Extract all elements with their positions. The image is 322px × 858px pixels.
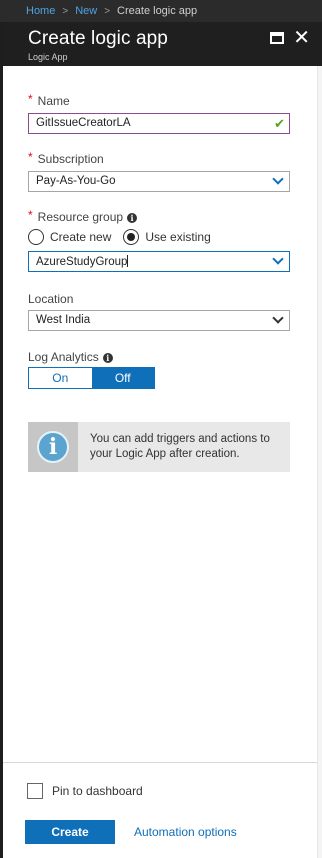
pin-checkbox[interactable] <box>27 783 43 799</box>
radio-button[interactable] <box>28 229 44 245</box>
radio-use-existing[interactable]: Use existing <box>123 229 211 245</box>
page-subtitle: Logic App <box>28 52 68 62</box>
automation-options-link[interactable]: Automation options <box>134 825 237 839</box>
pin-label: Pin to dashboard <box>52 784 143 798</box>
info-icon[interactable]: i <box>127 213 138 223</box>
create-button[interactable]: Create <box>25 820 115 844</box>
breadcrumb-current: Create logic app <box>117 5 198 17</box>
info-banner: i You can add triggers and actions to yo… <box>28 422 290 472</box>
name-input[interactable]: GitIssueCreatorLA ✔ <box>28 113 290 134</box>
breadcrumb-new[interactable]: New <box>75 5 97 17</box>
toggle-off[interactable]: Off <box>91 368 154 388</box>
pin-to-dashboard[interactable]: Pin to dashboard <box>27 783 143 799</box>
breadcrumb-separator: > <box>62 5 69 17</box>
subscription-select[interactable]: Pay-As-You-Go <box>28 171 290 192</box>
chevron-down-icon <box>272 312 284 324</box>
subscription-value: Pay-As-You-Go <box>36 175 116 187</box>
name-label: * Name <box>28 92 70 108</box>
breadcrumb-separator: > <box>104 5 111 17</box>
name-input-value: GitIssueCreatorLA <box>36 117 131 129</box>
radio-use-existing-label: Use existing <box>145 230 211 244</box>
toggle-on[interactable]: On <box>29 368 92 388</box>
radio-button-checked[interactable] <box>123 229 140 245</box>
subscription-label: * Subscription <box>28 150 104 166</box>
resource-group-radio-group: Create new Use existing <box>28 229 223 245</box>
info-icon[interactable]: i <box>102 353 113 363</box>
required-marker: * <box>28 92 33 106</box>
blade-header: Create logic app Logic App ✕ <box>3 22 322 66</box>
breadcrumb-home[interactable]: Home <box>26 5 55 17</box>
info-icon: i <box>37 431 69 463</box>
info-banner-icon-wrap: i <box>28 422 78 472</box>
log-analytics-toggle: On Off <box>28 367 155 389</box>
required-marker: * <box>28 208 33 222</box>
location-value: West India <box>36 314 91 326</box>
check-icon: ✔ <box>274 116 285 131</box>
close-icon[interactable]: ✕ <box>293 26 310 50</box>
location-select[interactable]: West India <box>28 310 290 331</box>
log-analytics-label: Log Analytics i <box>28 350 113 364</box>
footer-divider <box>3 762 317 763</box>
radio-create-new-label: Create new <box>50 230 112 244</box>
maximize-icon[interactable] <box>270 32 284 44</box>
page-title: Create logic app <box>28 28 168 49</box>
breadcrumb: Home > New > Create logic app <box>0 0 322 22</box>
radio-create-new[interactable]: Create new <box>28 229 111 245</box>
info-banner-message: You can add triggers and actions to your… <box>90 433 270 460</box>
resource-group-select[interactable]: AzureStudyGroup <box>28 251 290 272</box>
required-marker: * <box>28 150 33 164</box>
blade-body: * Name GitIssueCreatorLA ✔ * Subscription … <box>3 66 317 858</box>
chevron-down-icon <box>272 173 284 185</box>
resource-group-value: AzureStudyGroup <box>36 256 128 268</box>
location-label: Location <box>28 292 74 306</box>
chevron-down-icon <box>272 253 284 265</box>
resource-group-label: * Resource group i <box>28 208 138 224</box>
scrollbar-track[interactable] <box>317 66 322 858</box>
